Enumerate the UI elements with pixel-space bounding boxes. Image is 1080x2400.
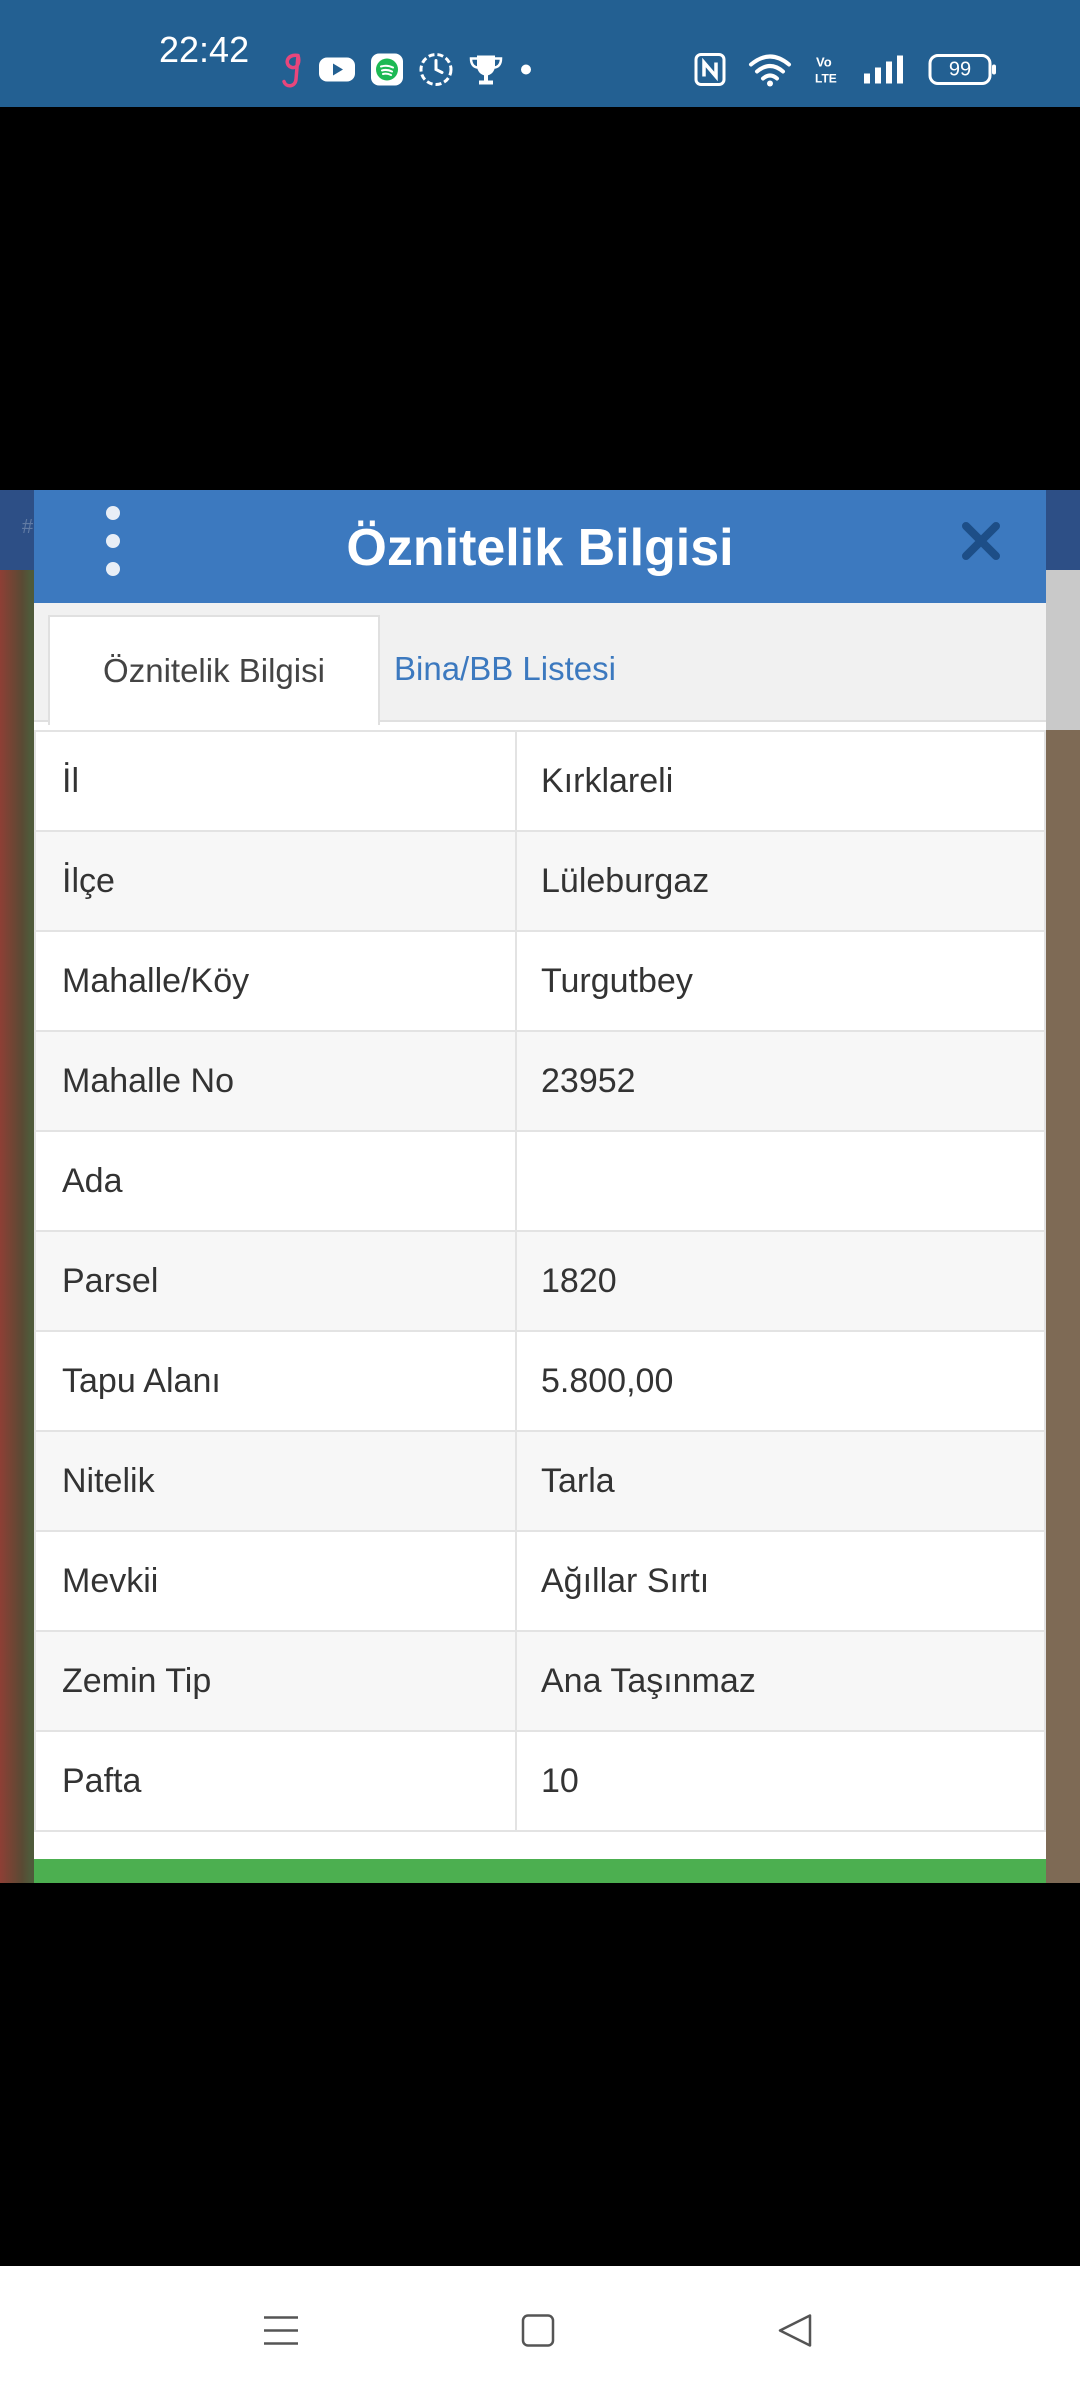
table-row: Parsel 1820 xyxy=(34,1230,1046,1332)
youtube-icon xyxy=(318,55,356,90)
attribute-key: Parsel xyxy=(34,1230,517,1332)
attribute-key: İl xyxy=(34,730,517,832)
app-screenshot: #11444 9547 Öznitelik Bilgisi Öznitelik … xyxy=(0,490,1080,1883)
table-row: Zemin Tip Ana Taşınmaz xyxy=(34,1630,1046,1732)
status-time: 22:42 xyxy=(159,29,250,70)
navigation-bar xyxy=(0,2266,1080,2400)
attribute-key: Tapu Alanı xyxy=(34,1330,517,1432)
attribute-value: Lüleburgaz xyxy=(515,830,1046,932)
dialog-title: Öznitelik Bilgisi xyxy=(346,519,734,577)
svg-text:Vo: Vo xyxy=(816,55,832,70)
menu-icon[interactable] xyxy=(262,2312,300,2355)
attribute-value: Ana Taşınmaz xyxy=(515,1630,1046,1732)
attribute-value: Tarla xyxy=(515,1430,1046,1532)
tab-bar: Öznitelik Bilgisi Bina/BB Listesi xyxy=(34,603,1046,725)
close-icon[interactable] xyxy=(958,518,1004,564)
table-row: İl Kırklareli xyxy=(34,730,1046,832)
table-row: İlçe Lüleburgaz xyxy=(34,830,1046,932)
g-app-icon xyxy=(282,50,304,95)
dialog-footer-bar xyxy=(34,1859,1046,1883)
trophy-icon xyxy=(468,52,504,93)
attribute-table: İl Kırklareli İlçe Lüleburgaz Mahalle/Kö… xyxy=(34,730,1046,1832)
attribute-key: Pafta xyxy=(34,1730,517,1832)
home-icon[interactable] xyxy=(520,2313,556,2354)
attribute-dialog: Öznitelik Bilgisi Öznitelik Bilgisi Bina… xyxy=(34,490,1046,1883)
back-icon[interactable] xyxy=(776,2312,814,2355)
battery-icon: 99 xyxy=(928,53,998,92)
svg-text:LTE: LTE xyxy=(815,72,837,86)
attribute-value: Kırklareli xyxy=(515,730,1046,832)
dot-icon xyxy=(518,62,534,83)
attribute-key: Zemin Tip xyxy=(34,1630,517,1732)
tab-building-list[interactable]: Bina/BB Listesi xyxy=(378,615,616,723)
table-row: Pafta 10 xyxy=(34,1730,1046,1832)
attribute-key: Mevkii xyxy=(34,1530,517,1632)
battery-level: 99 xyxy=(948,58,972,80)
attribute-value: 5.800,00 xyxy=(515,1330,1046,1432)
table-row: Mahalle No 23952 xyxy=(34,1030,1046,1132)
nfc-icon xyxy=(694,53,726,92)
tab-attribute-info[interactable]: Öznitelik Bilgisi xyxy=(48,615,380,725)
attribute-key: Ada xyxy=(34,1130,517,1232)
signal-icon xyxy=(862,54,906,91)
attribute-value xyxy=(515,1130,1046,1232)
attribute-value: Turgutbey xyxy=(515,930,1046,1032)
attribute-value: Ağıllar Sırtı xyxy=(515,1530,1046,1632)
volte-icon: Vo LTE xyxy=(814,53,840,92)
attribute-key: Nitelik xyxy=(34,1430,517,1532)
notification-icons xyxy=(282,50,534,95)
system-icons: Vo LTE 99 xyxy=(694,53,998,92)
attribute-value: 23952 xyxy=(515,1030,1046,1132)
attribute-key: Mahalle/Köy xyxy=(34,930,517,1032)
table-row: Mahalle/Köy Turgutbey xyxy=(34,930,1046,1032)
table-row: Ada xyxy=(34,1130,1046,1232)
attribute-key: İlçe xyxy=(34,830,517,932)
table-row: Mevkii Ağıllar Sırtı xyxy=(34,1530,1046,1632)
table-row: Tapu Alanı 5.800,00 xyxy=(34,1330,1046,1432)
status-bar: 22:42 Vo LTE 99 xyxy=(0,0,1080,107)
map-edge-right xyxy=(1046,490,1080,1883)
dialog-header: Öznitelik Bilgisi xyxy=(34,490,1046,603)
spotify-icon xyxy=(370,53,404,92)
wifi-icon xyxy=(748,53,792,92)
clock-icon xyxy=(418,52,454,93)
attribute-value: 10 xyxy=(515,1730,1046,1832)
table-row: Nitelik Tarla xyxy=(34,1430,1046,1532)
attribute-value: 1820 xyxy=(515,1230,1046,1332)
attribute-key: Mahalle No xyxy=(34,1030,517,1132)
